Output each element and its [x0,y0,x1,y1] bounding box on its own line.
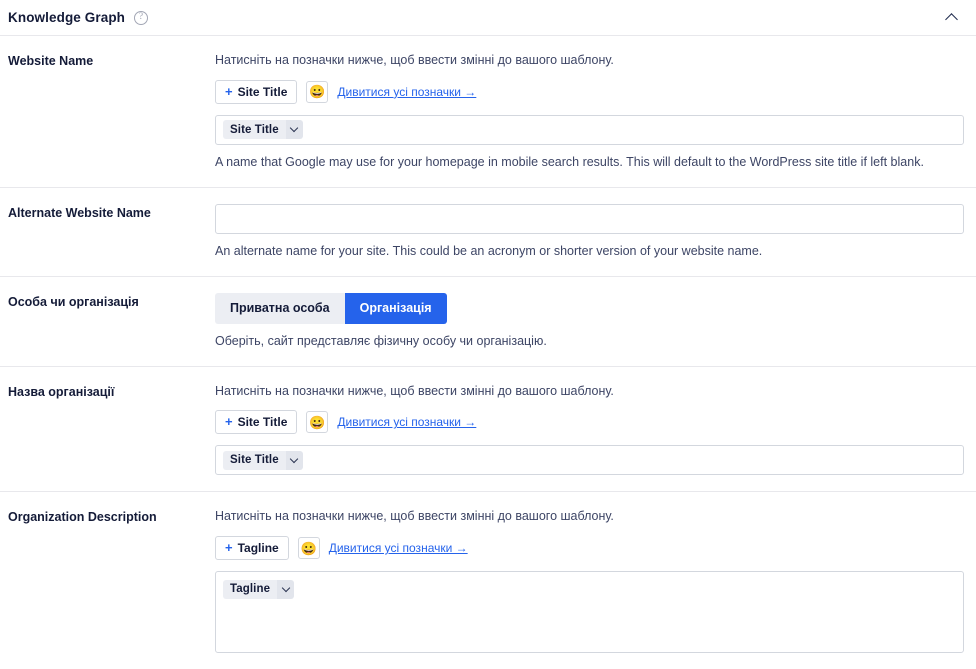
body-organization-description: Натисніть на позначки нижче, щоб ввести … [215,508,964,654]
label-alternate-website-name: Alternate Website Name [8,205,151,220]
page-title: Knowledge Graph [8,10,126,25]
knowledge-graph-panel: Knowledge Graph ? Website Name Натисніть… [0,0,976,669]
row-person-or-organization: Особа чи організація Приватна особа Орга… [0,277,976,367]
tag-chip-site-title[interactable]: Site Title [223,120,303,140]
segment-person[interactable]: Приватна особа [215,292,345,324]
organization-description-textarea[interactable]: Tagline [215,571,964,654]
plus-icon: + [225,540,233,556]
label-website-name: Website Name [8,54,94,68]
row-organization-description: Organization Description Натисніть на по… [0,492,976,669]
tag-hint-website-name: Натисніть на позначки нижче, щоб ввести … [215,53,614,67]
description-person-or-organization: Оберіть, сайт представляє фізичну особу … [215,333,547,348]
add-tag-button-site-title[interactable]: + Site Title [215,79,298,104]
chevron-down-icon[interactable] [285,120,303,140]
chevron-up-icon [944,12,958,26]
organization-name-input[interactable]: Site Title [215,445,964,476]
tag-hint-organization-description: Натисніть на позначки нижче, щоб ввести … [215,509,614,524]
label-organization-description: Organization Description [8,510,157,525]
body-website-name: Натисніть на позначки нижче, щоб ввести … [215,52,964,171]
add-tag-label: Tagline [237,541,279,556]
plus-icon: + [225,83,233,99]
emoji-picker-button[interactable]: 😀 [306,411,329,434]
smiley-icon: 😀 [309,84,326,100]
collapse-panel-button[interactable] [940,7,962,29]
emoji-picker-button[interactable]: 😀 [306,80,329,103]
add-tag-button-tagline[interactable]: + Tagline [215,536,289,561]
tag-chip-label: Site Title [223,120,286,140]
label-organization-name: Назва організації [8,384,115,399]
body-alternate-website-name: An alternate name for your site. This co… [215,203,964,260]
segment-organization[interactable]: Організація [344,292,447,324]
view-all-tags-link[interactable]: Дивитися усі позначки → [329,541,468,555]
tag-toolbar-organization-name: + Site Title 😀 Дивитися усі позначки → [215,410,964,435]
view-all-tags-link[interactable]: Дивитися усі позначки → [337,415,476,429]
label-person-or-organization: Особа чи організація [8,294,139,309]
body-organization-name: Натисніть на позначки нижче, щоб ввести … [215,383,964,476]
description-website-name: A name that Google may use for your home… [215,154,924,169]
description-alternate-website-name: An alternate name for your site. This co… [215,243,763,258]
smiley-icon: 😀 [300,540,317,556]
plus-icon: + [225,414,233,430]
tag-chip-tagline[interactable]: Tagline [223,579,295,599]
add-tag-button-site-title-org[interactable]: + Site Title [215,410,298,435]
row-organization-name: Назва організації Натисніть на позначки … [0,367,976,493]
tag-toolbar-organization-description: + Tagline 😀 Дивитися усі позначки → [215,536,964,561]
add-tag-label: Site Title [237,415,288,430]
panel-header: Knowledge Graph ? [0,0,976,36]
tag-chip-label: Tagline [223,579,278,599]
emoji-picker-button[interactable]: 😀 [297,537,320,560]
row-alternate-website-name: Alternate Website Name An alternate name… [0,188,976,277]
tag-hint-organization-name: Натисніть на позначки нижче, щоб ввести … [215,383,614,398]
row-website-name: Website Name Натисніть на позначки нижче… [0,36,976,188]
tag-chip-site-title[interactable]: Site Title [223,450,303,470]
add-tag-label: Site Title [237,84,288,99]
help-circle-icon[interactable]: ? [134,10,149,25]
tag-toolbar-website-name: + Site Title 😀 Дивитися усі позначки → [215,79,964,104]
view-all-tags-link[interactable]: Дивитися усі позначки → [337,85,476,99]
person-or-organization-toggle: Приватна особа Організація [215,292,447,324]
chevron-down-icon[interactable] [285,450,303,470]
chevron-down-icon[interactable] [277,579,295,599]
website-name-input[interactable]: Site Title [215,114,964,145]
alternate-website-name-input[interactable] [215,203,964,234]
tag-chip-label: Site Title [223,450,286,470]
body-person-or-organization: Приватна особа Організація Оберіть, сайт… [215,292,964,350]
smiley-icon: 😀 [309,414,326,430]
